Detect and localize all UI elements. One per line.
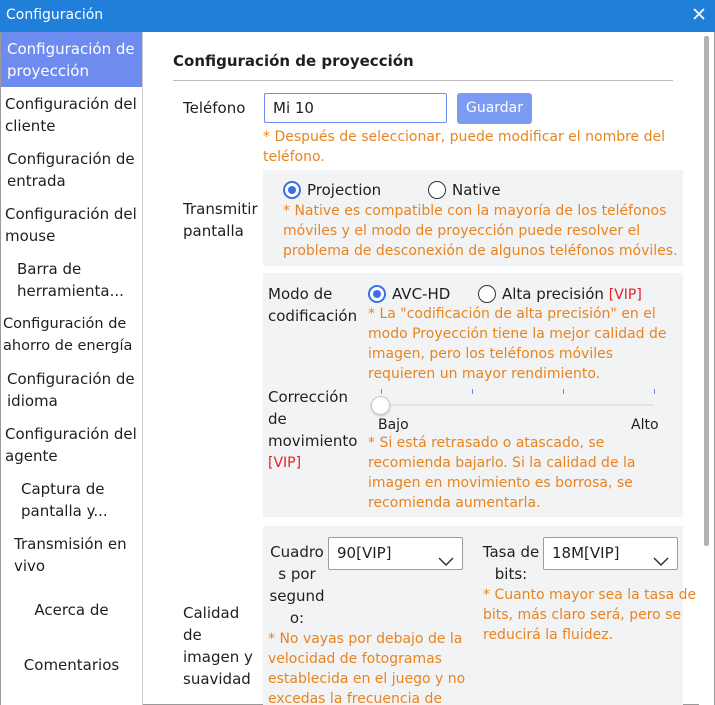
sidebar-item-label: Configuración de entrada	[7, 149, 135, 190]
section-divider	[173, 80, 673, 81]
avc-hd-label: AVC-HD	[392, 285, 451, 303]
sidebar-item-label: Configuración de proyección	[7, 39, 135, 80]
scrollbar[interactable]	[699, 32, 714, 705]
phone-label: Teléfono	[183, 99, 246, 117]
fps-note: * No vayas por debajo de la velocidad de…	[268, 631, 466, 705]
sidebar-item-toolbar[interactable]: Barra de herramienta...	[1, 252, 131, 307]
slider-tick	[563, 389, 564, 394]
save-button[interactable]: Guardar	[457, 93, 532, 124]
sidebar-item-label: Captura de pantalla y...	[21, 479, 108, 520]
sidebar-item-label: Configuración del mouse	[5, 204, 137, 245]
vip-tag: [VIP]	[608, 287, 642, 303]
slider-tick	[472, 389, 473, 394]
quality-label: Calidad de imagen y suavidad	[183, 604, 253, 688]
sidebar-item-about[interactable]: Acerca de	[1, 582, 142, 637]
window-title: Configuración	[6, 7, 104, 23]
scrollbar-thumb[interactable]	[704, 36, 709, 546]
sidebar-item-label: Acerca de	[34, 600, 109, 619]
sidebar-item-client[interactable]: Configuración del cliente	[1, 87, 142, 142]
vip-tag: [VIP]	[268, 455, 302, 471]
high-precision-radio[interactable]	[478, 285, 496, 303]
screen-label: Transmitir pantalla	[183, 200, 258, 240]
bitrate-label: Tasa de bits:	[482, 543, 540, 583]
sidebar-item-label: Comentarios	[23, 655, 120, 674]
fps-value: 90[VIP]	[337, 544, 392, 562]
content-panel: Configuración de proyección Teléfono Mi …	[143, 32, 715, 705]
sidebar-item-label: Barra de herramienta...	[17, 259, 124, 300]
slider-tick	[381, 389, 382, 394]
bitrate-note: * Cuanto mayor sea la tasa de bits, más …	[483, 587, 697, 643]
chevron-down-icon	[438, 547, 454, 567]
sidebar-item-label: Configuración de ahorro de energía	[3, 315, 133, 354]
sidebar-item-language[interactable]: Configuración de idioma	[1, 362, 142, 417]
screen-note: * Native es compatible con la mayoría de…	[283, 203, 678, 259]
motion-slider-track[interactable]	[381, 404, 654, 406]
native-label: Native	[452, 181, 501, 199]
sidebar-item-mouse[interactable]: Configuración del mouse	[1, 197, 142, 252]
title-bar: Configuración	[0, 0, 715, 32]
sidebar-item-feedback[interactable]: Comentarios	[1, 637, 142, 692]
high-precision-label: Alta precisión [VIP]	[502, 285, 642, 303]
sidebar-item-screenshot[interactable]: Captura de pantalla y...	[1, 472, 131, 527]
fps-label: Cuadro s por segund o:	[269, 543, 325, 627]
phone-name-input[interactable]: Mi 10	[264, 93, 447, 123]
fps-select[interactable]: 90[VIP]	[328, 537, 463, 570]
section-title: Configuración de proyección	[173, 52, 414, 70]
sidebar-item-agent[interactable]: Configuración del agente	[1, 417, 142, 472]
sidebar-item-input[interactable]: Configuración de entrada	[1, 142, 142, 197]
close-icon[interactable]	[691, 6, 707, 22]
motion-note: * Si está retrasado o atascado, se recom…	[368, 435, 636, 511]
sidebar-item-label: Transmisión en vivo	[14, 534, 127, 575]
phone-note: * Después de seleccionar, puede modifica…	[263, 129, 665, 165]
avc-hd-radio[interactable]	[368, 285, 386, 303]
encoding-label: Modo de codificación	[268, 285, 358, 325]
bitrate-select[interactable]: 18M[VIP]	[543, 537, 678, 570]
projection-label: Projection	[307, 181, 382, 199]
sidebar-item-label: Configuración de idioma	[7, 369, 135, 410]
sidebar-item-label: Configuración del cliente	[5, 94, 137, 135]
motion-slider-thumb[interactable]	[371, 396, 390, 415]
chevron-down-icon	[653, 547, 669, 567]
sidebar-item-projection[interactable]: Configuración de proyección	[1, 32, 142, 87]
encoding-note: * La "codificación de alta precisión" en…	[368, 306, 667, 382]
sidebar-item-energy[interactable]: Configuración de ahorro de energía	[1, 307, 142, 362]
motion-label: Corrección de movimiento [VIP]	[268, 386, 357, 474]
sidebar: Configuración de proyección Configuració…	[1, 32, 143, 705]
sidebar-item-live[interactable]: Transmisión en vivo	[1, 527, 136, 582]
settings-window: Configuración de proyección Configuració…	[0, 32, 715, 705]
projection-radio[interactable]	[283, 181, 301, 199]
bitrate-value: 18M[VIP]	[552, 544, 620, 562]
sidebar-item-label: Configuración del agente	[5, 424, 137, 465]
slider-tick	[654, 389, 655, 394]
native-radio[interactable]	[428, 181, 446, 199]
